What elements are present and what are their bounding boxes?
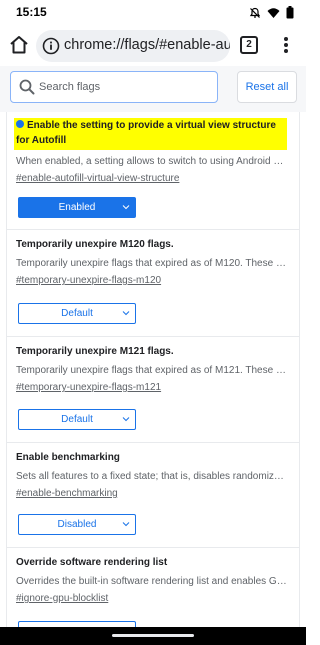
flag-title-text: Enable the setting to provide a virtual … (16, 120, 276, 146)
status-time: 15:15 (16, 5, 47, 19)
flag-link[interactable]: #enable-autofill-virtual-view-structure (16, 172, 288, 186)
chevron-down-icon (122, 522, 130, 527)
flag-title: Temporarily unexpire M120 flags. (16, 239, 174, 250)
flag-description: Sets all features to a fixed state; that… (16, 471, 284, 482)
battery-icon (286, 6, 294, 19)
chevron-down-icon (122, 311, 130, 316)
info-icon[interactable] (42, 37, 60, 55)
search-icon (19, 79, 35, 95)
address-bar[interactable]: chrome://flags/#enable-autof (36, 30, 230, 62)
chevron-down-icon (122, 205, 130, 210)
status-icons (249, 6, 294, 19)
flag-select-value: Default (61, 414, 93, 425)
search-box[interactable] (10, 71, 218, 103)
flag-title: Enable the setting to provide a virtual … (14, 118, 287, 150)
flag-description: Overrides the built-in software renderin… (16, 576, 287, 587)
flag-link[interactable]: #temporary-unexpire-flags-m121 (16, 381, 288, 395)
search-input[interactable] (39, 75, 209, 99)
flag-item: Enable the setting to provide a virtual … (14, 118, 288, 218)
flag-select-value: Disabled (57, 519, 97, 530)
flag-item: Temporarily unexpire M121 flags. Tempora… (16, 344, 288, 430)
flag-select[interactable]: Default (18, 303, 136, 324)
navigation-bar (0, 627, 306, 645)
bullet-icon (16, 120, 24, 128)
divider (7, 547, 299, 548)
flag-title: Enable benchmarking (16, 452, 120, 463)
flag-description: Temporarily unexpire flags that expired … (16, 365, 286, 376)
flag-item: Temporarily unexpire M120 flags. Tempora… (16, 237, 288, 324)
flag-title: Temporarily unexpire M121 flags. (16, 346, 174, 357)
browser-toolbar: chrome://flags/#enable-autof 2 (0, 26, 306, 66)
divider (7, 336, 299, 337)
home-icon[interactable] (8, 34, 30, 56)
flag-link[interactable]: #enable-benchmarking (16, 487, 288, 501)
chevron-down-icon (122, 417, 130, 422)
status-bar: 15:15 (0, 0, 306, 26)
flag-select[interactable]: Enabled (18, 197, 136, 218)
mute-icon (249, 7, 261, 18)
wifi-icon (267, 7, 280, 18)
more-vert-icon[interactable] (278, 34, 294, 56)
flags-list[interactable]: Enable the setting to provide a virtual … (0, 112, 306, 627)
divider (7, 442, 299, 443)
divider (7, 229, 299, 230)
search-area: Reset all (0, 66, 306, 112)
flags-card: Enable the setting to provide a virtual … (6, 112, 300, 627)
flag-link[interactable]: #ignore-gpu-blocklist (16, 592, 288, 606)
flag-select-value: Default (61, 308, 93, 319)
url-text[interactable]: chrome://flags/#enable-autof (64, 37, 230, 53)
flag-item: Enable benchmarking Sets all features to… (16, 450, 288, 535)
home-gesture-handle[interactable] (112, 634, 194, 637)
flag-item: Override software rendering list Overrid… (16, 555, 288, 627)
flag-select-value: Enabled (58, 202, 96, 213)
reset-all-button[interactable]: Reset all (237, 71, 297, 103)
flag-link[interactable]: #temporary-unexpire-flags-m120 (16, 274, 288, 288)
flag-title: Override software rendering list (16, 557, 168, 568)
flag-description: Temporarily unexpire flags that expired … (16, 258, 286, 269)
flag-description: When enabled, a setting allows to switch… (16, 156, 284, 167)
flag-select[interactable]: Default (18, 409, 136, 430)
tabs-icon[interactable]: 2 (240, 36, 258, 54)
flag-select[interactable]: Disabled (18, 514, 136, 535)
